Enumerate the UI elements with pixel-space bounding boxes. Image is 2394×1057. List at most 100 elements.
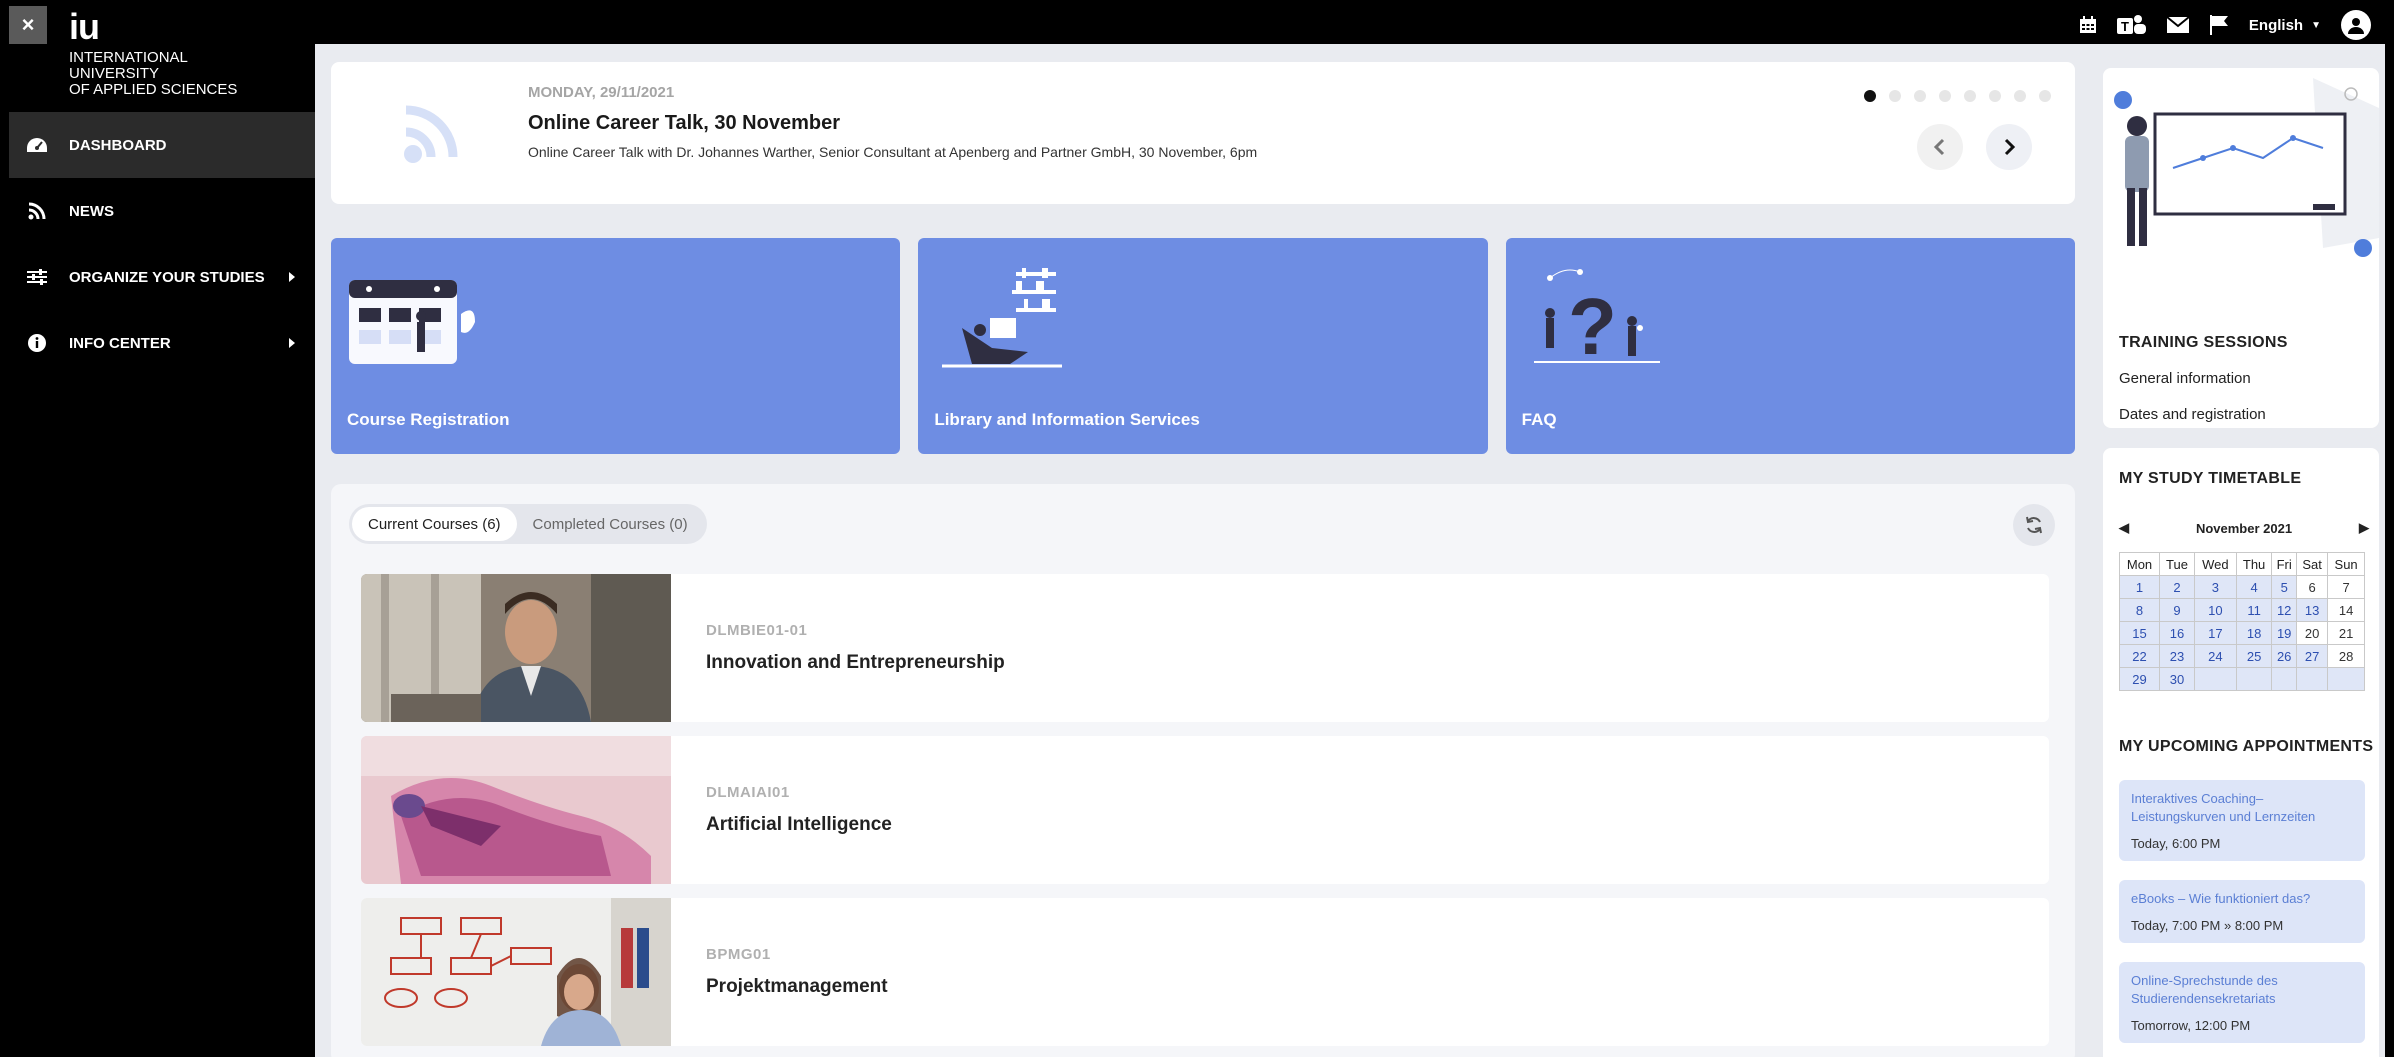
carousel-dot[interactable] <box>1964 90 1976 102</box>
tile-faq[interactable]: ? FAQ <box>1505 238 2075 454</box>
calendar-day[interactable]: 26 <box>2271 644 2297 668</box>
tab-completed-courses[interactable]: Completed Courses (0) <box>517 507 704 541</box>
course-name[interactable]: Artificial Intelligence <box>706 814 892 836</box>
carousel-next-button[interactable] <box>1986 124 2032 170</box>
calendar-day[interactable]: 17 <box>2193 621 2237 645</box>
calendar-day-empty <box>2235 667 2273 691</box>
calendar-day[interactable]: 23 <box>2159 644 2195 668</box>
calendar-prev-icon[interactable]: ◀ <box>2119 520 2129 536</box>
training-illustration <box>2114 78 2379 257</box>
refresh-button[interactable] <box>2013 504 2055 546</box>
calendar-day[interactable]: 2 <box>2159 575 2195 599</box>
university-name-line: OF APPLIED SCIENCES <box>69 81 238 98</box>
appointment-time: Tomorrow, 12:00 PM <box>2131 1018 2251 1033</box>
flag-icon[interactable] <box>2209 15 2229 35</box>
info-icon <box>25 333 49 353</box>
sidebar-item-dashboard[interactable]: DASHBOARD <box>9 112 315 178</box>
carousel-dot[interactable] <box>1889 90 1901 102</box>
carousel-dot[interactable] <box>1914 90 1926 102</box>
calendar-day[interactable]: 10 <box>2193 598 2237 622</box>
teams-icon[interactable]: T <box>2116 14 2147 36</box>
dashboard-icon <box>25 135 49 155</box>
calendar-day[interactable]: 27 <box>2295 644 2329 668</box>
calendar-icon[interactable] <box>2079 16 2097 34</box>
appointment-title[interactable]: Online-Sprechstunde des Studierendensekr… <box>2131 972 2353 1008</box>
calendar-day[interactable]: 21 <box>2327 621 2365 645</box>
course-card[interactable]: BPMG01 Projektmanagement <box>361 898 2049 1046</box>
study-timetable-title: MY STUDY TIMETABLE <box>2119 470 2302 487</box>
calendar-day[interactable]: 14 <box>2327 598 2365 622</box>
quick-links: Course Registration Library and Informat… <box>331 238 2075 454</box>
course-card[interactable]: DLMAIAI01 Artificial Intelligence <box>361 736 2049 884</box>
user-icon[interactable] <box>2341 10 2371 40</box>
close-sidebar-button[interactable]: × <box>9 6 47 44</box>
calendar-day[interactable]: 13 <box>2295 598 2329 622</box>
university-logo[interactable]: iu INTERNATIONAL UNIVERSITY OF APPLIED S… <box>69 8 237 98</box>
news-date: MONDAY, 29/11/2021 <box>528 84 675 101</box>
carousel-dot[interactable] <box>1864 90 1876 102</box>
calendar-day[interactable]: 18 <box>2235 621 2273 645</box>
calendar-day[interactable]: 8 <box>2118 598 2161 622</box>
calendar-day[interactable]: 28 <box>2327 644 2365 668</box>
tile-course-registration[interactable]: Course Registration <box>331 238 901 454</box>
language-selector[interactable]: English ▼ <box>2249 17 2321 34</box>
news-title[interactable]: Online Career Talk, 30 November <box>528 112 840 135</box>
calendar-next-icon[interactable]: ▶ <box>2359 520 2369 536</box>
calendar-day[interactable]: 22 <box>2118 644 2161 668</box>
calendar-day[interactable]: 6 <box>2295 575 2329 599</box>
tile-label: Library and Information Services <box>934 410 1200 429</box>
tab-current-courses[interactable]: Current Courses (6) <box>352 507 517 541</box>
carousel-dot[interactable] <box>1989 90 2001 102</box>
course-registration-illustration <box>349 280 475 364</box>
sidebar-item-news[interactable]: NEWS <box>9 178 315 244</box>
tile-library-information-services[interactable]: Library and Information Services <box>918 238 1488 454</box>
chevron-right-icon <box>2004 138 2016 156</box>
course-thumbnail <box>361 898 671 1046</box>
course-name[interactable]: Innovation and Entrepreneurship <box>706 652 1005 674</box>
training-dates-registration-link[interactable]: Dates and registration <box>2119 406 2266 423</box>
calendar-day[interactable]: 16 <box>2159 621 2195 645</box>
calendar-day[interactable]: 24 <box>2193 644 2237 668</box>
calendar-day[interactable]: 7 <box>2327 575 2365 599</box>
training-sessions-title: TRAINING SESSIONS <box>2119 334 2288 351</box>
carousel-dot[interactable] <box>1939 90 1951 102</box>
appointment-card[interactable]: eBooks – Wie funktioniert das? Today, 7:… <box>2119 880 2365 943</box>
appointment-title[interactable]: Interaktives Coaching– Leistungskurven u… <box>2131 790 2353 826</box>
calendar-day[interactable]: 29 <box>2118 667 2161 691</box>
calendar-day[interactable]: 15 <box>2118 621 2161 645</box>
sliders-icon <box>25 267 49 287</box>
calendar-day[interactable]: 30 <box>2159 667 2195 691</box>
training-general-information-link[interactable]: General information <box>2119 370 2251 387</box>
appointment-card[interactable]: Interaktives Coaching– Leistungskurven u… <box>2119 780 2365 861</box>
calendar-day[interactable]: 25 <box>2235 644 2273 668</box>
calendar-day[interactable]: 20 <box>2295 621 2329 645</box>
chevron-left-icon <box>1933 138 1945 156</box>
svg-text:T: T <box>2121 19 2129 34</box>
calendar-day[interactable]: 11 <box>2235 598 2273 622</box>
calendar-day[interactable]: 3 <box>2193 575 2237 599</box>
calendar-day[interactable]: 12 <box>2271 598 2297 622</box>
calendar-day[interactable]: 9 <box>2159 598 2195 622</box>
carousel-dot[interactable] <box>2014 90 2026 102</box>
calendar-day[interactable]: 19 <box>2271 621 2297 645</box>
calendar-grid: Mon Tue Wed Thu Fri Sat Sun 1 2 3 4 5 6 … <box>2118 552 2365 691</box>
calendar-month: November 2021 <box>2195 520 2293 536</box>
calendar-day[interactable]: 1 <box>2118 575 2161 599</box>
appointment-title[interactable]: eBooks – Wie funktioniert das? <box>2131 890 2353 908</box>
sidebar-item-label: ORGANIZE YOUR STUDIES <box>69 268 265 286</box>
chevron-right-icon <box>289 272 295 282</box>
carousel-dot[interactable] <box>2039 90 2051 102</box>
calendar-day-empty <box>2327 667 2365 691</box>
rss-icon <box>25 201 49 221</box>
appointment-card[interactable]: Online-Sprechstunde des Studierendensekr… <box>2119 962 2365 1043</box>
sidebar-nav: DASHBOARD NEWS ORGANIZE YOUR STUDIES INF… <box>9 112 315 376</box>
calendar-day[interactable]: 5 <box>2271 575 2297 599</box>
calendar-day[interactable]: 4 <box>2235 575 2273 599</box>
course-name[interactable]: Projektmanagement <box>706 976 888 998</box>
weekday-header: Mon <box>2118 552 2161 576</box>
sidebar-item-info-center[interactable]: INFO CENTER <box>9 310 315 376</box>
course-card[interactable]: DLMBIE01-01 Innovation and Entrepreneurs… <box>361 574 2049 722</box>
sidebar-item-organize-your-studies[interactable]: ORGANIZE YOUR STUDIES <box>9 244 315 310</box>
mail-icon[interactable] <box>2166 17 2189 33</box>
carousel-prev-button[interactable] <box>1917 124 1963 170</box>
